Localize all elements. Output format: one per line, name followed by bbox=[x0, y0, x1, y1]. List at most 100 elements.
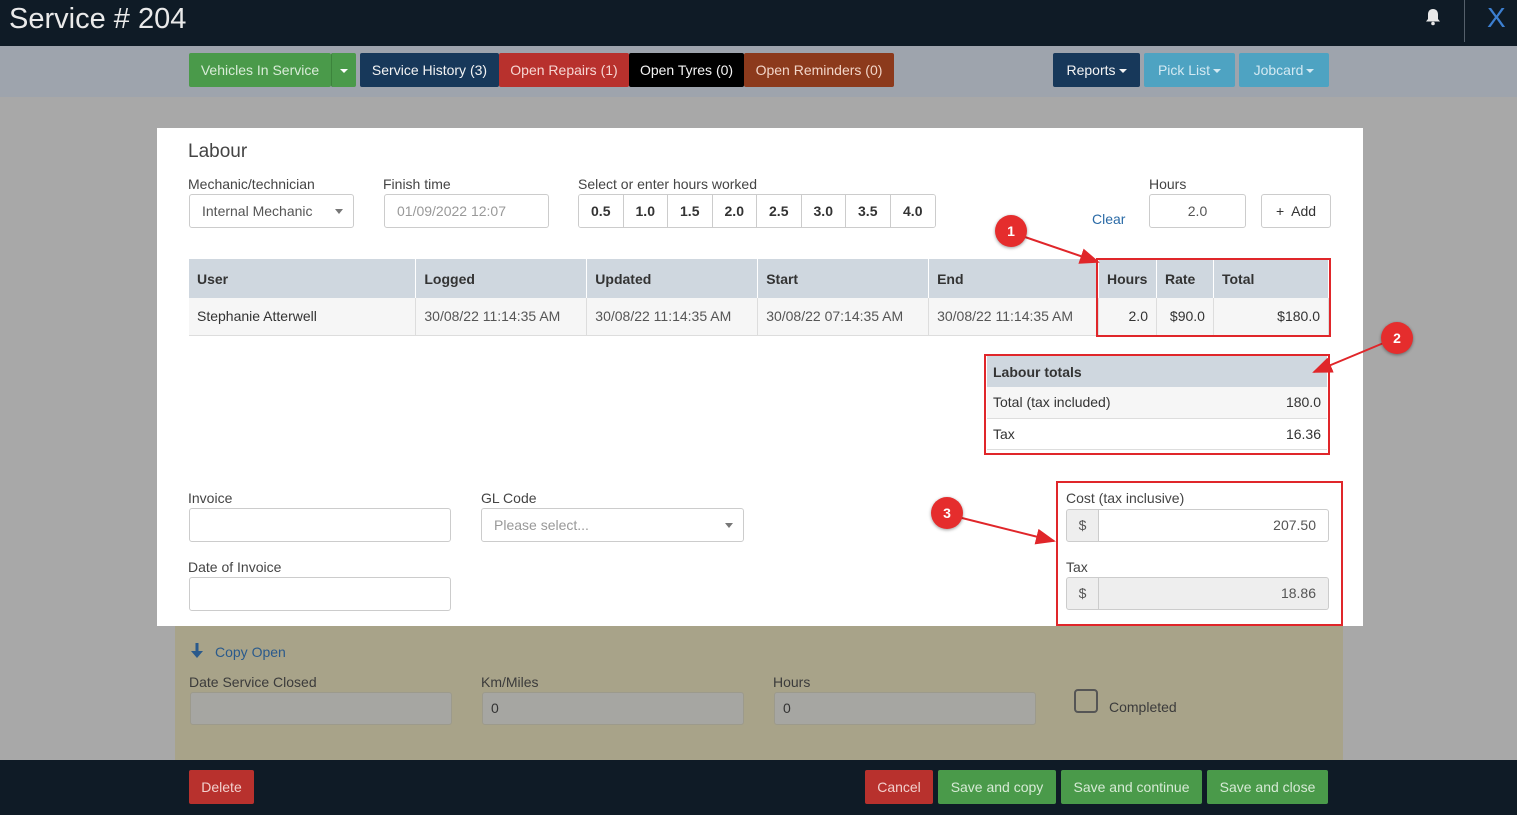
hours-option-2-0[interactable]: 2.0 bbox=[712, 195, 757, 227]
completed-label: Completed bbox=[1109, 699, 1177, 715]
service-hours-input[interactable]: 0 bbox=[774, 692, 1036, 725]
cell-start: 30/08/22 07:14:35 AM bbox=[757, 298, 930, 336]
cell-user: Stephanie Atterwell bbox=[189, 298, 417, 336]
save-and-copy-button[interactable]: Save and copy bbox=[938, 770, 1056, 804]
table-header-row: User Logged Updated Start End Hours Rate… bbox=[189, 259, 1330, 298]
hours-option-1-5[interactable]: 1.5 bbox=[668, 195, 713, 227]
cell-rate: $90.0 bbox=[1156, 298, 1214, 336]
open-repairs-button[interactable]: Open Repairs (1) bbox=[499, 53, 629, 87]
invoice-label: Invoice bbox=[188, 490, 233, 506]
footer-bar: Delete Cancel Save and copy Save and con… bbox=[0, 760, 1517, 815]
finish-time-input[interactable]: 01/09/2022 12:07 bbox=[384, 194, 549, 228]
caret-down-icon bbox=[1118, 69, 1127, 74]
hours-button-group: 0.5 1.0 1.5 2.0 2.5 3.0 3.5 4.0 bbox=[578, 194, 936, 228]
save-and-continue-button[interactable]: Save and continue bbox=[1061, 770, 1202, 804]
total-value: 180.0 bbox=[1236, 387, 1327, 419]
tax-label: Tax bbox=[987, 418, 1237, 450]
mechanic-label: Mechanic/technician bbox=[188, 176, 315, 192]
arrow-down-icon[interactable] bbox=[191, 643, 203, 659]
labour-totals-table: Labour totals Total (tax included) 180.0… bbox=[987, 356, 1327, 450]
hours-worked-label: Select or enter hours worked bbox=[578, 176, 757, 192]
clear-link[interactable]: Clear bbox=[1092, 211, 1125, 227]
bell-icon[interactable] bbox=[1425, 8, 1441, 26]
caret-down-icon bbox=[340, 69, 348, 74]
hours-input[interactable]: 2.0 bbox=[1149, 194, 1246, 228]
chevron-down-icon bbox=[725, 523, 733, 528]
labour-table: User Logged Updated Start End Hours Rate… bbox=[189, 259, 1330, 336]
mechanic-select[interactable]: Internal Mechanic bbox=[189, 194, 354, 228]
hours-option-4-0[interactable]: 4.0 bbox=[890, 195, 935, 227]
cell-logged: 30/08/22 11:14:35 AM bbox=[415, 298, 588, 336]
service-history-button[interactable]: Service History (3) bbox=[360, 53, 499, 87]
invoice-tax-label: Tax bbox=[1066, 559, 1088, 575]
labour-title: Labour bbox=[188, 141, 248, 162]
open-tyres-button[interactable]: Open Tyres (0) bbox=[629, 53, 744, 87]
hours-option-0-5[interactable]: 0.5 bbox=[579, 195, 624, 227]
copy-open-link[interactable]: Copy Open bbox=[215, 644, 286, 660]
reports-label: Reports bbox=[1066, 62, 1116, 78]
tax-value: 16.36 bbox=[1236, 418, 1327, 450]
column-header-total: Total bbox=[1213, 259, 1330, 298]
total-label: Total (tax included) bbox=[987, 387, 1237, 419]
currency-addon: $ bbox=[1066, 577, 1099, 610]
totals-row-tax: Tax 16.36 bbox=[987, 418, 1327, 450]
column-header-rate: Rate bbox=[1156, 259, 1214, 298]
hours-option-1-0[interactable]: 1.0 bbox=[623, 195, 668, 227]
labour-totals-title: Labour totals bbox=[987, 356, 1327, 387]
open-reminders-button[interactable]: Open Reminders (0) bbox=[744, 53, 894, 87]
gl-code-select[interactable]: Please select... bbox=[481, 508, 744, 542]
add-labour-button[interactable]: + Add bbox=[1261, 194, 1331, 228]
hours-option-2-5[interactable]: 2.5 bbox=[757, 195, 802, 227]
caret-down-icon bbox=[1306, 69, 1315, 74]
cell-hours: 2.0 bbox=[1098, 298, 1157, 336]
vehicles-in-service-button[interactable]: Vehicles In Service bbox=[189, 53, 331, 87]
chevron-down-icon bbox=[335, 209, 343, 214]
cell-end: 30/08/22 11:14:35 AM bbox=[928, 298, 1099, 336]
completed-checkbox[interactable] bbox=[1074, 689, 1098, 713]
pick-list-button[interactable]: Pick List bbox=[1144, 53, 1235, 87]
annotation-marker-3: 3 bbox=[931, 497, 963, 529]
service-hours-label: Hours bbox=[773, 674, 811, 690]
invoice-tax-input: 18.86 bbox=[1099, 577, 1329, 610]
column-header-hours: Hours bbox=[1098, 259, 1157, 298]
column-header-logged: Logged bbox=[415, 259, 588, 298]
column-header-updated: Updated bbox=[586, 259, 759, 298]
totals-row-total: Total (tax included) 180.0 bbox=[987, 387, 1327, 419]
column-header-start: Start bbox=[757, 259, 930, 298]
cell-total: $180.0 bbox=[1213, 298, 1330, 336]
date-of-invoice-label: Date of Invoice bbox=[188, 559, 282, 575]
jobcard-button[interactable]: Jobcard bbox=[1239, 53, 1329, 87]
reports-button[interactable]: Reports bbox=[1053, 53, 1140, 87]
invoice-input[interactable] bbox=[189, 508, 451, 542]
column-header-user: User bbox=[189, 259, 417, 298]
page-title: Service # 204 bbox=[9, 3, 187, 35]
jobcard-label: Jobcard bbox=[1253, 62, 1304, 78]
column-header-end: End bbox=[928, 259, 1099, 298]
cost-input[interactable]: 207.50 bbox=[1099, 509, 1329, 542]
cost-label: Cost (tax inclusive) bbox=[1066, 490, 1185, 506]
finish-time-label: Finish time bbox=[383, 176, 451, 192]
date-service-closed-input[interactable] bbox=[190, 692, 452, 725]
hours-option-3-0[interactable]: 3.0 bbox=[801, 195, 846, 227]
save-and-close-button[interactable]: Save and close bbox=[1207, 770, 1328, 804]
gl-code-placeholder: Please select... bbox=[494, 517, 589, 533]
close-button[interactable]: X bbox=[1487, 2, 1506, 34]
date-service-closed-label: Date Service Closed bbox=[189, 674, 317, 690]
header-divider bbox=[1464, 0, 1465, 42]
hours-label: Hours bbox=[1149, 176, 1187, 192]
top-header: Service # 204 X bbox=[0, 0, 1517, 46]
gl-code-label: GL Code bbox=[481, 490, 537, 506]
table-row[interactable]: Stephanie Atterwell 30/08/22 11:14:35 AM… bbox=[189, 298, 1330, 336]
toolbar: Vehicles In Service Service History (3) … bbox=[0, 46, 1517, 97]
delete-button[interactable]: Delete bbox=[189, 770, 254, 804]
cancel-button[interactable]: Cancel bbox=[865, 770, 933, 804]
pick-list-label: Pick List bbox=[1157, 62, 1211, 78]
mechanic-value: Internal Mechanic bbox=[202, 203, 313, 219]
date-of-invoice-input[interactable] bbox=[189, 577, 451, 611]
km-miles-input[interactable]: 0 bbox=[482, 692, 744, 725]
vehicles-dropdown-toggle[interactable] bbox=[331, 53, 356, 87]
hours-option-3-5[interactable]: 3.5 bbox=[846, 195, 891, 227]
km-miles-label: Km/Miles bbox=[481, 674, 539, 690]
caret-down-icon bbox=[1213, 69, 1222, 74]
cell-updated: 30/08/22 11:14:35 AM bbox=[586, 298, 759, 336]
